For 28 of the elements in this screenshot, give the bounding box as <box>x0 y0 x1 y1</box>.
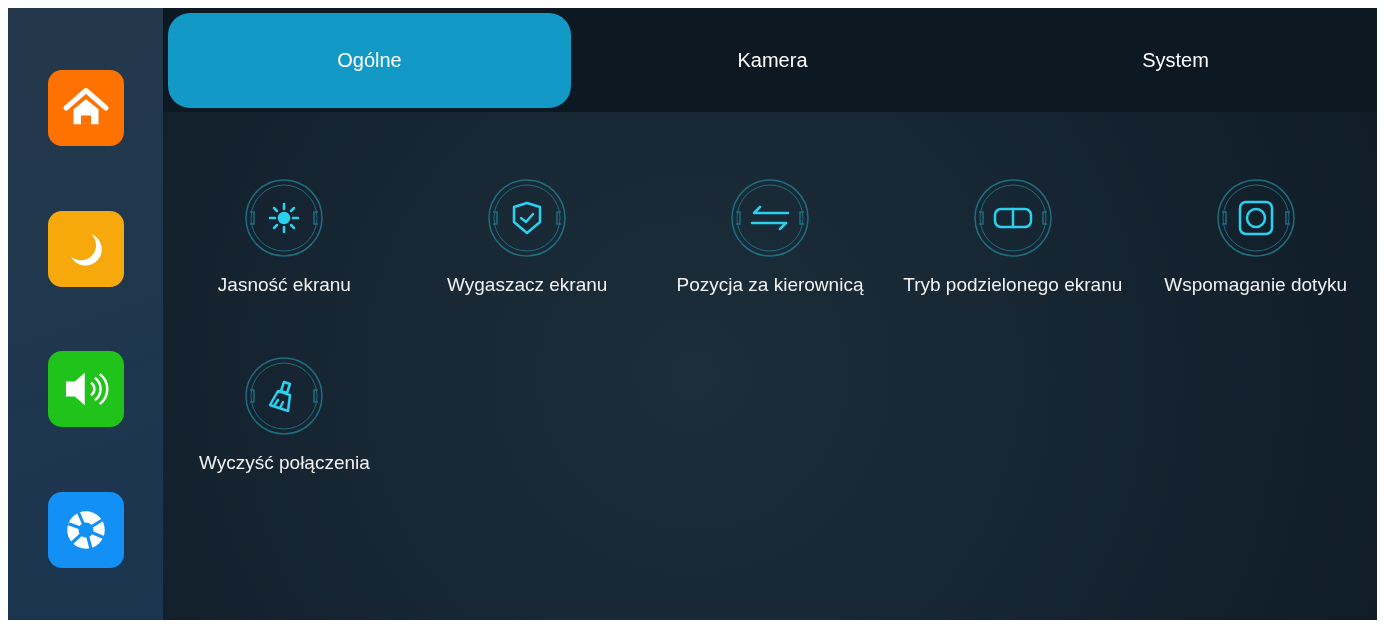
setting-item[interactable]: Wspomaganie dotyku <box>1134 178 1377 296</box>
split-screen-icon <box>972 178 1053 258</box>
tab[interactable]: Kamera <box>571 13 974 108</box>
setting-label: Jasność ekranu <box>217 274 351 296</box>
setting-label: Pozycja za kierownicą <box>676 274 864 296</box>
sun-icon <box>244 178 325 258</box>
aperture-icon <box>66 510 105 551</box>
setting-label: Wyczyść połączenia <box>198 452 370 474</box>
moon-icon <box>70 233 102 266</box>
swap-arrows-icon <box>730 178 810 258</box>
setting-item[interactable]: Tryb podzielonego ekranu <box>891 178 1135 296</box>
brush-icon <box>244 356 325 436</box>
setting-item[interactable]: Wyczyść połączenia <box>163 356 406 474</box>
app-shortcut[interactable] <box>47 351 124 428</box>
setting-label: Tryb podzielonego ekranu <box>903 274 1123 296</box>
setting-item[interactable]: Jasność ekranu <box>163 178 406 296</box>
home-icon <box>63 88 108 125</box>
setting-item[interactable]: Pozycja za kierownicą <box>648 178 892 296</box>
setting-item[interactable]: Wygaszacz ekranu <box>405 178 649 296</box>
speaker-icon <box>65 373 108 406</box>
shield-check-icon <box>487 178 568 258</box>
setting-label: Wygaszacz ekranu <box>447 274 608 296</box>
tab[interactable]: System <box>974 13 1377 108</box>
app-shortcut[interactable] <box>47 70 124 147</box>
touch-circle-icon <box>1215 178 1296 258</box>
app-shortcut[interactable] <box>47 210 124 287</box>
app-shortcut[interactable] <box>47 491 124 568</box>
setting-label: Wspomaganie dotyku <box>1164 274 1347 296</box>
